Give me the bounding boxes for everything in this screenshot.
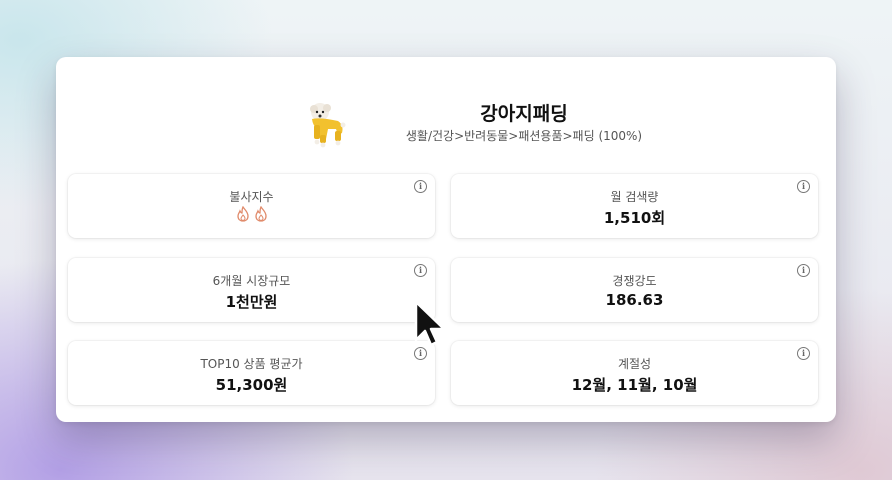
info-icon[interactable]: i — [414, 264, 427, 277]
metric-label: 월 검색량 — [610, 190, 659, 204]
metric-value: 1천만원 — [225, 293, 278, 311]
fire-icon — [236, 206, 249, 222]
metric-label: 계절성 — [617, 357, 652, 371]
category-breadcrumb: 생활/건강>반려동물>패션용품>패딩 (100%) — [405, 129, 643, 143]
metric-value: 186.63 — [605, 291, 664, 309]
dog-image — [298, 95, 354, 151]
metric-card-monthly-search: 월 검색량 1,510회 i — [451, 174, 818, 238]
metric-card-competition: 경쟁강도 186.63 i — [451, 258, 818, 322]
info-icon[interactable]: i — [414, 180, 427, 193]
metric-card-market-size: 6개월 시장규모 1천만원 i — [68, 258, 435, 322]
metric-card-seasonality: 계절성 12월, 11월, 10월 i — [451, 341, 818, 405]
fire-icon — [254, 206, 267, 222]
mouse-cursor-icon — [414, 300, 446, 347]
metric-value: 1,510회 — [603, 209, 666, 227]
info-icon[interactable]: i — [797, 180, 810, 193]
metric-label: 경쟁강도 — [612, 274, 657, 288]
metric-label: TOP10 상품 평균가 — [200, 357, 303, 371]
fire-rating — [68, 206, 435, 222]
product-analysis-panel: 강아지패딩 생활/건강>반려동물>패션용품>패딩 (100%) 불사지수 i 월… — [56, 57, 836, 422]
info-icon[interactable]: i — [797, 347, 810, 360]
product-title: 강아지패딩 — [480, 103, 568, 125]
metric-value: 51,300원 — [215, 376, 288, 394]
metric-card-bulsa-index: 불사지수 i — [68, 174, 435, 238]
metric-card-top10-avg-price: TOP10 상품 평균가 51,300원 i — [68, 341, 435, 405]
info-icon[interactable]: i — [797, 264, 810, 277]
metric-label: 불사지수 — [229, 190, 274, 204]
metric-label: 6개월 시장규모 — [212, 274, 291, 288]
metric-value: 12월, 11월, 10월 — [571, 376, 698, 394]
product-header: 강아지패딩 생활/건강>반려동물>패션용품>패딩 (100%) — [56, 57, 836, 167]
product-thumbnail[interactable] — [298, 95, 354, 151]
